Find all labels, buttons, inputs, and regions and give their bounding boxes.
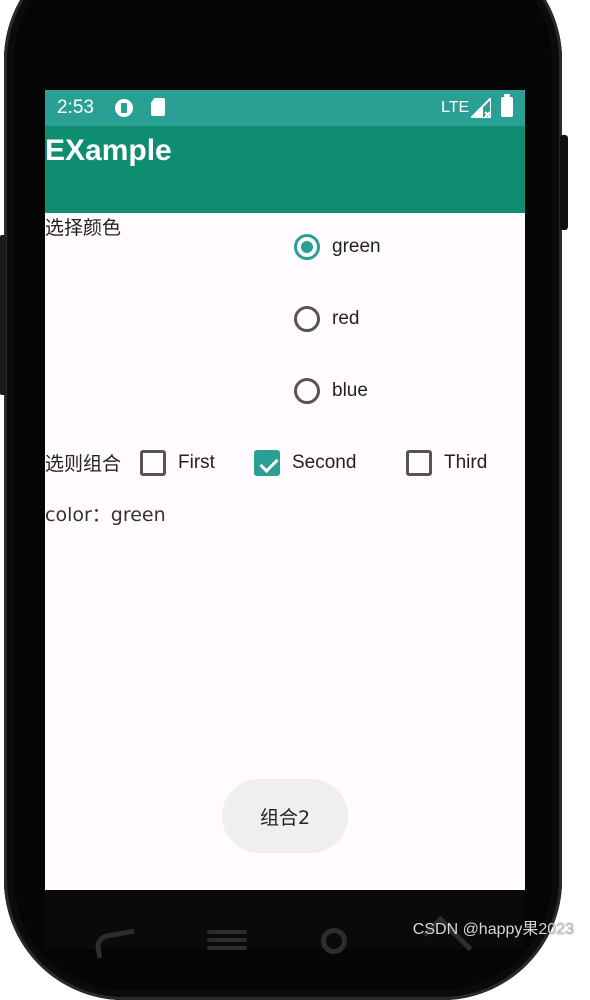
checkbox-label-first: First — [178, 452, 215, 473]
radio-label-green: green — [332, 236, 381, 257]
battery-icon — [501, 94, 513, 117]
checkbox-icon[interactable] — [406, 450, 432, 476]
radio-button-icon[interactable] — [294, 234, 320, 260]
checkbox-label-third: Third — [444, 452, 488, 473]
radio-option-green[interactable]: green — [294, 227, 514, 267]
sd-card-icon — [151, 98, 165, 116]
app-title: EXample — [45, 134, 172, 167]
status-time: 2:53 — [57, 97, 94, 118]
checkbox-third[interactable]: Third — [406, 447, 487, 479]
checkbox-second[interactable]: Second — [254, 447, 356, 479]
app-notification-icon — [115, 99, 133, 117]
checkbox-icon[interactable] — [140, 450, 166, 476]
checkbox-label-second: Second — [292, 452, 357, 473]
checkbox-first[interactable]: First — [140, 447, 215, 479]
color-radio-group: green red blue — [294, 227, 514, 447]
color-section-label: 选择颜色 — [45, 217, 122, 239]
device-screen: 2:53 LTE EXample 选择颜色 green red blue 选则组… — [45, 90, 525, 890]
checkbox-icon[interactable] — [254, 450, 280, 476]
radio-label-red: red — [332, 308, 360, 329]
network-type: LTE — [441, 99, 470, 116]
search-icon[interactable] — [321, 928, 347, 954]
radio-button-icon[interactable] — [294, 306, 320, 332]
radio-option-blue[interactable]: blue — [294, 371, 514, 411]
radio-option-red[interactable]: red — [294, 299, 514, 339]
checkbox-group: 选则组合 First Second Third — [45, 439, 525, 485]
power-button — [560, 135, 568, 230]
radio-button-icon[interactable] — [294, 378, 320, 404]
color-status-text: color：green — [45, 504, 166, 526]
volume-button — [0, 235, 6, 395]
watermark-text: CSDN @happy果2023 — [412, 921, 574, 938]
combination-button[interactable]: 组合2 — [222, 779, 348, 853]
main-content: 选择颜色 green red blue 选则组合 First Second Th… — [45, 213, 525, 890]
status-bar: 2:53 LTE — [45, 90, 525, 126]
app-bar: EXample — [45, 126, 525, 213]
menu-icon[interactable] — [207, 930, 247, 950]
checkbox-group-label: 选则组合 — [45, 453, 122, 475]
signal-icon — [471, 98, 491, 118]
radio-label-blue: blue — [332, 380, 368, 401]
